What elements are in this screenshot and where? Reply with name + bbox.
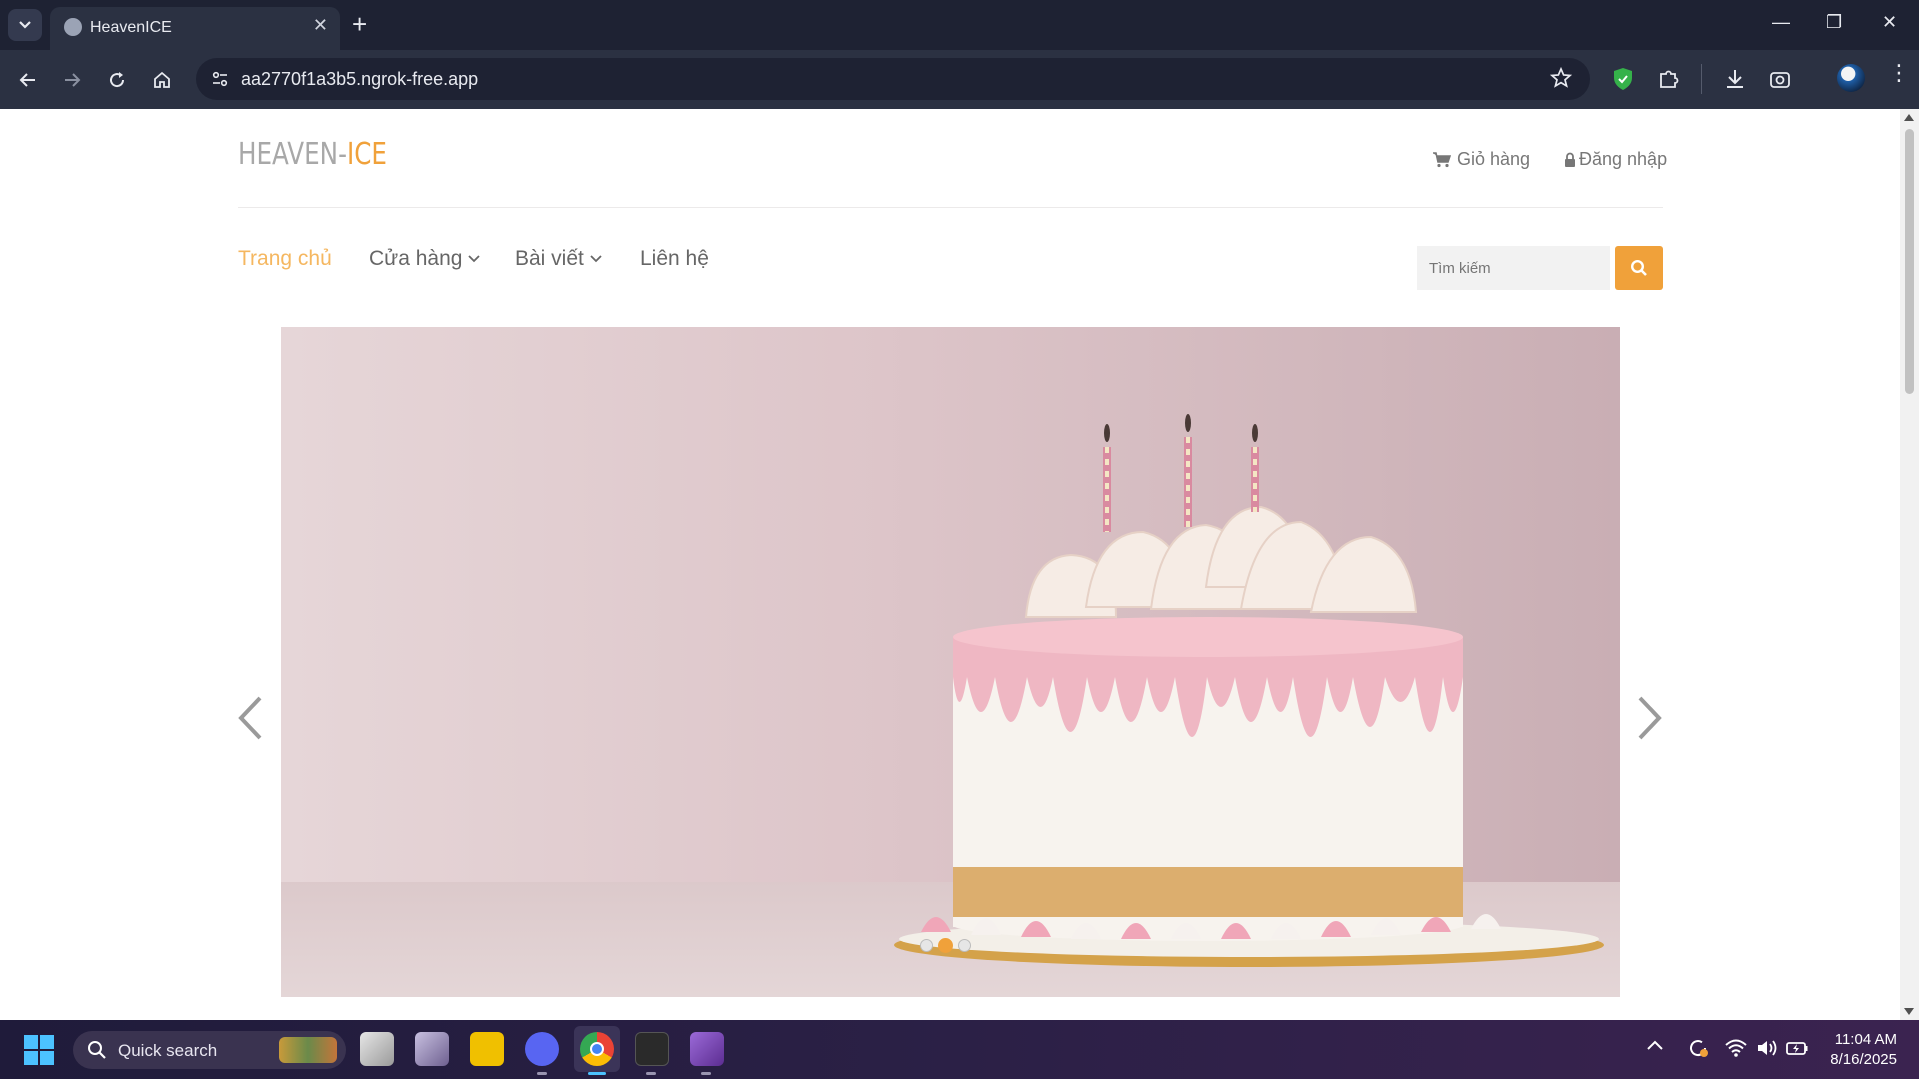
toolbar-divider bbox=[1701, 64, 1702, 94]
volume-icon[interactable] bbox=[1756, 1038, 1780, 1058]
clock-date: 8/16/2025 bbox=[1830, 1051, 1897, 1068]
close-window-icon[interactable]: ✕ bbox=[1882, 12, 1897, 33]
tab-title: HeavenICE bbox=[90, 19, 172, 36]
nav-posts-label: Bài viết bbox=[515, 247, 584, 270]
slider-dot-2[interactable] bbox=[938, 938, 953, 953]
search-highlight-image bbox=[279, 1037, 337, 1063]
chrome-active-indicator bbox=[588, 1072, 606, 1075]
reload-icon bbox=[110, 72, 125, 88]
windows-start-icon[interactable] bbox=[24, 1035, 54, 1065]
scrollbar-thumb[interactable] bbox=[1905, 129, 1914, 394]
nav-contact[interactable]: Liên hệ bbox=[640, 247, 709, 271]
download-icon[interactable] bbox=[1724, 67, 1746, 91]
login-label: Đăng nhập bbox=[1579, 149, 1668, 169]
scroll-up-arrow-icon[interactable] bbox=[1904, 114, 1914, 121]
site-info-icon[interactable] bbox=[210, 69, 230, 89]
screenshot-icon[interactable] bbox=[1768, 67, 1792, 91]
minimize-icon[interactable]: — bbox=[1772, 12, 1790, 33]
clock-time: 11:04 AM bbox=[1834, 1031, 1897, 1048]
birthday-cake-image bbox=[894, 414, 1604, 967]
battery-icon[interactable] bbox=[1785, 1038, 1809, 1058]
search-input[interactable] bbox=[1417, 246, 1610, 290]
url-text: aa2770f1a3b5.ngrok-free.app bbox=[241, 69, 479, 89]
page-scrollbar[interactable] bbox=[1900, 109, 1919, 1020]
cart-label: Giỏ hàng bbox=[1457, 149, 1531, 169]
tab-search-button[interactable] bbox=[8, 9, 42, 41]
anime-app-icon[interactable] bbox=[415, 1032, 449, 1066]
new-tab-button[interactable]: + bbox=[352, 10, 367, 38]
hero-slider-image bbox=[281, 327, 1620, 997]
browser-toolbar: aa2770f1a3b5.ngrok-free.app ⋮ bbox=[0, 50, 1919, 109]
chevron-down-icon bbox=[468, 255, 481, 263]
cart-link[interactable]: Giỏ hàng bbox=[1433, 149, 1530, 170]
discord-running-indicator bbox=[537, 1072, 547, 1075]
scroll-down-arrow-icon[interactable] bbox=[1904, 1008, 1914, 1015]
reload-button[interactable] bbox=[103, 66, 131, 94]
header-divider bbox=[238, 207, 1663, 208]
terminal-running-indicator bbox=[646, 1072, 656, 1075]
home-button[interactable] bbox=[148, 66, 176, 94]
nav-contact-label: Liên hệ bbox=[640, 247, 709, 270]
chevron-down-icon bbox=[19, 21, 31, 29]
arrow-left-icon bbox=[19, 73, 35, 87]
arrow-right-icon bbox=[65, 73, 81, 87]
vs-running-indicator bbox=[701, 1072, 711, 1075]
wifi-icon[interactable] bbox=[1724, 1038, 1748, 1058]
slider-indicators bbox=[920, 938, 971, 953]
restore-icon[interactable]: ❐ bbox=[1826, 12, 1842, 33]
shopping-cart-icon bbox=[1433, 151, 1451, 167]
more-menu-icon[interactable]: ⋮ bbox=[1888, 62, 1910, 84]
search-icon bbox=[1630, 259, 1647, 276]
browser-tab-bar: HeavenICE ✕ + — ❐ ✕ bbox=[0, 0, 1919, 50]
web-page: HEAVEN-ICE Giỏ hàng Đăng nhập Trang chủ … bbox=[0, 109, 1900, 1020]
slider-next-arrow-icon[interactable] bbox=[1634, 695, 1664, 741]
terminal-icon[interactable] bbox=[635, 1032, 669, 1066]
globe-icon bbox=[64, 18, 82, 36]
site-logo[interactable]: HEAVEN-ICE bbox=[238, 137, 387, 172]
visual-studio-icon[interactable] bbox=[690, 1032, 724, 1066]
browser-tab[interactable]: HeavenICE ✕ bbox=[50, 7, 340, 50]
chrome-icon[interactable] bbox=[580, 1032, 614, 1066]
nav-shop[interactable]: Cửa hàng bbox=[369, 247, 481, 271]
address-bar[interactable]: aa2770f1a3b5.ngrok-free.app bbox=[196, 58, 1590, 100]
sync-icon[interactable] bbox=[1686, 1036, 1710, 1060]
logo-text-part2: ICE bbox=[346, 137, 387, 172]
nav-home-label: Trang chủ bbox=[238, 247, 332, 270]
slider-prev-arrow-icon[interactable] bbox=[236, 695, 266, 741]
profile-avatar[interactable] bbox=[1837, 64, 1865, 92]
login-link[interactable]: Đăng nhập bbox=[1564, 149, 1667, 170]
crown-app-icon[interactable] bbox=[470, 1032, 504, 1066]
search-icon bbox=[88, 1041, 106, 1059]
nav-posts[interactable]: Bài viết bbox=[515, 247, 602, 271]
logo-text-part1: HEAVEN- bbox=[238, 137, 347, 172]
taskbar-search-label: Quick search bbox=[118, 1041, 218, 1060]
forward-button[interactable] bbox=[58, 66, 86, 94]
home-icon bbox=[154, 71, 170, 88]
discord-icon[interactable] bbox=[525, 1032, 559, 1066]
chevron-down-icon bbox=[590, 255, 602, 263]
nav-home[interactable]: Trang chủ bbox=[238, 247, 332, 271]
close-tab-icon[interactable]: ✕ bbox=[313, 15, 328, 36]
slider-dot-1[interactable] bbox=[920, 939, 933, 952]
bookmark-star-icon[interactable] bbox=[1550, 67, 1572, 89]
slider-dot-3[interactable] bbox=[958, 939, 971, 952]
windows-taskbar: Quick search 11:04 AM 8/16/2025 bbox=[0, 1020, 1919, 1079]
chevron-up-icon[interactable] bbox=[1646, 1038, 1664, 1052]
lock-icon bbox=[1565, 152, 1575, 167]
nav-shop-label: Cửa hàng bbox=[369, 247, 463, 270]
back-button[interactable] bbox=[14, 66, 42, 94]
shield-extension-icon[interactable] bbox=[1612, 67, 1634, 91]
system-clock[interactable]: 11:04 AM 8/16/2025 bbox=[1830, 1030, 1897, 1070]
taskbar-search[interactable]: Quick search bbox=[73, 1031, 346, 1069]
task-view-icon[interactable] bbox=[360, 1032, 394, 1066]
extensions-puzzle-icon[interactable] bbox=[1657, 67, 1681, 91]
search-button[interactable] bbox=[1615, 246, 1663, 290]
